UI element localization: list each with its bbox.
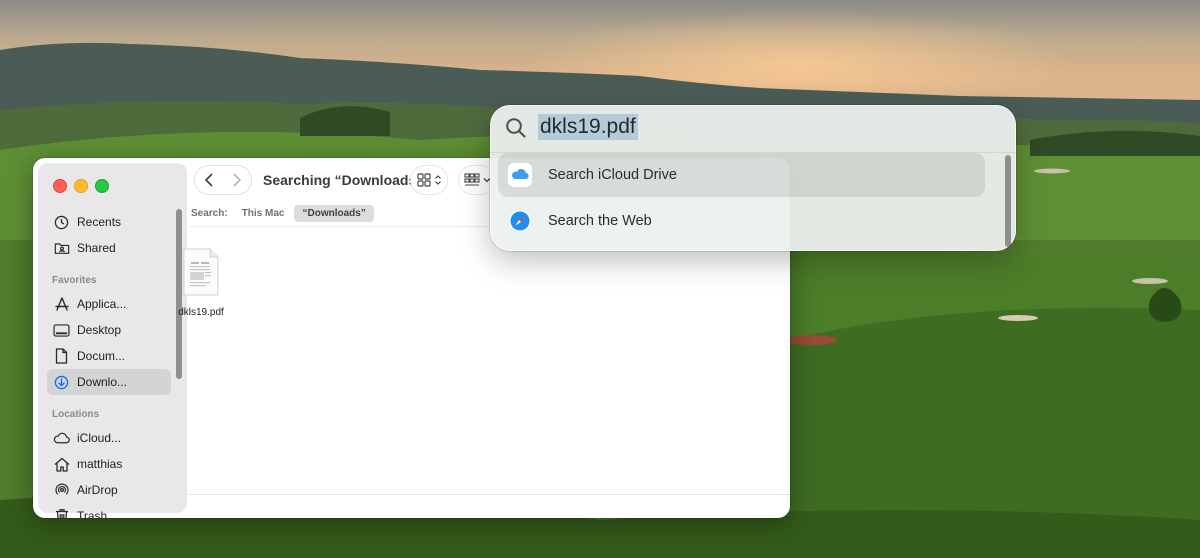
sidebar-item-documents[interactable]: Docum... (47, 343, 171, 369)
clock-icon (53, 214, 70, 231)
sidebar-item-desktop[interactable]: Desktop (47, 317, 171, 343)
pdf-file-icon (183, 248, 219, 296)
icon-view-grid-icon (416, 173, 431, 187)
sidebar-item-recents[interactable]: Recents (47, 209, 171, 235)
group-grid-icon (463, 173, 480, 186)
up-down-chevron-icon (434, 175, 441, 185)
view-mode-button[interactable] (411, 166, 447, 194)
spotlight-result-label: Search iCloud Drive (548, 167, 677, 183)
icloud-icon (507, 162, 533, 188)
cloud-icon (53, 430, 70, 447)
status-divider (189, 494, 790, 495)
sidebar-item-airdrop[interactable]: AirDrop (47, 477, 171, 503)
sidebar-item-label: Docum... (77, 349, 126, 363)
spotlight-query-text[interactable]: dkls19.pdf (538, 114, 638, 140)
sidebar-item-label: iCloud... (77, 431, 122, 445)
sidebar-item-label: Desktop (77, 323, 122, 337)
desktop-icon (53, 322, 70, 339)
trash-icon (53, 508, 70, 518)
spotlight-result-icloud-drive[interactable]: Search iCloud Drive (498, 153, 985, 197)
sidebar-item-label: AirDrop (77, 483, 118, 497)
file-name: dkls19.pdf (178, 307, 224, 318)
sidebar-item-trash[interactable]: Trash (47, 503, 171, 518)
safari-icon (507, 208, 533, 234)
sidebar-item-label: Shared (77, 241, 116, 255)
sidebar-item-label: Trash (77, 509, 108, 518)
sidebar-item-label: Applica... (77, 297, 127, 311)
navigation-buttons (195, 166, 251, 194)
window-controls (53, 179, 109, 193)
spotlight-result-label: Search the Web (548, 213, 652, 229)
sidebar-item-home[interactable]: matthias (47, 451, 171, 477)
file-item[interactable]: dkls19.pdf (171, 248, 231, 318)
finder-sidebar: Recents Shared Favorites Applica... Desk (38, 163, 187, 518)
minimize-window-button[interactable] (74, 179, 88, 193)
sidebar-item-label: matthias (77, 457, 123, 471)
sidebar-list: Recents Shared Favorites Applica... Desk (47, 209, 171, 518)
shared-folder-icon (53, 240, 70, 257)
sidebar-section-locations: Locations (52, 409, 100, 420)
maximize-window-button[interactable] (95, 179, 109, 193)
window-title: Searching “Downloads” (263, 172, 424, 188)
airdrop-icon (53, 482, 70, 499)
sidebar-item-label: Downlo... (77, 375, 128, 389)
sidebar-section-favorites: Favorites (52, 275, 97, 286)
search-icon (506, 118, 526, 138)
spotlight-scrollbar[interactable] (1005, 155, 1011, 247)
applications-icon (53, 296, 70, 313)
sidebar-item-label: Recents (77, 215, 122, 229)
search-scope-bar: Search: This Mac “Downloads” (191, 202, 374, 224)
sidebar-item-shared[interactable]: Shared (47, 235, 171, 261)
scope-downloads-button[interactable]: “Downloads” (294, 204, 374, 222)
search-scope-label: Search: (191, 207, 228, 219)
home-icon (53, 456, 70, 473)
spotlight-result-web-search[interactable]: Search the Web (498, 199, 985, 243)
download-icon (53, 374, 70, 391)
sidebar-item-downloads[interactable]: Downlo... (47, 369, 171, 395)
chevron-right-icon (233, 173, 242, 187)
sidebar-item-icloud[interactable]: iCloud... (47, 425, 171, 451)
document-icon (53, 348, 70, 365)
scope-this-mac-button[interactable]: This Mac (234, 205, 293, 222)
close-window-button[interactable] (53, 179, 67, 193)
spotlight-panel: dkls19.pdf Search iCloud Drive Search th… (490, 105, 1016, 251)
forward-button[interactable] (225, 168, 249, 192)
sidebar-item-applications[interactable]: Applica... (47, 291, 171, 317)
chevron-left-icon (204, 173, 213, 187)
back-button[interactable] (197, 168, 221, 192)
spotlight-search-field[interactable]: dkls19.pdf (490, 105, 1016, 151)
